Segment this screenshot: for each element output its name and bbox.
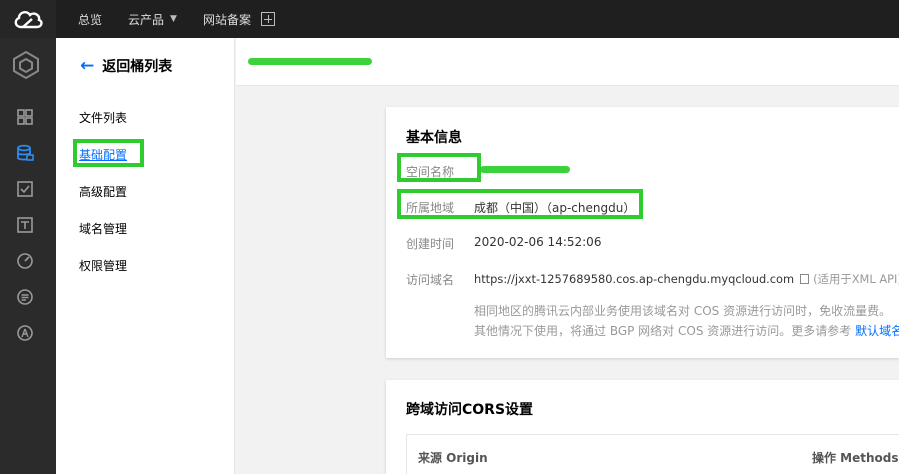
nav-products[interactable]: 云产品 ▼ — [128, 11, 177, 28]
xml-api-note: (适用于XML API) — [813, 272, 899, 286]
basic-info-card: 基本信息 空间名称 所属地域 成都（中国）（ap-chengdu） 创建时间 2… — [386, 107, 899, 358]
sidebar-item-file-list[interactable]: 文件列表 — [79, 109, 127, 126]
top-nav: 总览 云产品 ▼ 网站备案 — [78, 0, 275, 38]
access-domain-row: https://jxxt-1257689580.cos.ap-chengdu.m… — [474, 271, 899, 287]
back-to-bucket-list[interactable]: ← 返回桶列表 — [80, 56, 172, 76]
redacted-bucket-name-value — [480, 166, 570, 173]
cors-card: 跨域访问CORS设置 来源 Origin 操作 Methods — [386, 380, 899, 474]
highlight-box — [397, 189, 643, 219]
cors-table: 来源 Origin 操作 Methods — [406, 434, 899, 474]
arrow-left-icon: ← — [80, 56, 95, 76]
cloud-logo[interactable] — [0, 0, 56, 38]
nav-overview[interactable]: 总览 — [78, 11, 102, 28]
col-origin-header: 来源 Origin — [418, 451, 488, 465]
page-header — [236, 38, 899, 86]
nav-icp-filing-label: 网站备案 — [202, 12, 251, 27]
sidebar-item-domain-management[interactable]: 域名管理 — [79, 220, 127, 237]
col-methods-header: 操作 Methods — [812, 451, 899, 465]
access-domain-value: https://jxxt-1257689580.cos.ap-chengdu.m… — [474, 272, 795, 286]
product-rail — [0, 38, 56, 474]
cube-icon[interactable] — [12, 50, 40, 80]
redacted-bucket-name — [248, 58, 372, 65]
top-bar: 总览 云产品 ▼ 网站备案 — [0, 0, 899, 38]
security-icon[interactable] — [16, 324, 34, 342]
copy-icon[interactable] — [800, 274, 810, 284]
speed-icon[interactable] — [16, 252, 34, 270]
created-time-label: 创建时间 — [406, 237, 455, 251]
cloud-logo-icon — [14, 10, 43, 29]
domain-note-line2: 其他情况下使用，将通过 BGP 网络对 COS 资源进行访问。更多请参考 默认域… — [474, 322, 899, 339]
created-time-value: 2020-02-06 14:52:06 — [474, 235, 602, 249]
caret-down-icon: ▼ — [170, 14, 177, 24]
ocr-icon[interactable] — [16, 288, 34, 306]
highlight-box — [73, 139, 144, 167]
grid-icon[interactable] — [16, 108, 34, 126]
back-label: 返回桶列表 — [102, 59, 173, 75]
highlight-box — [397, 153, 481, 182]
sidebar-item-advanced-config[interactable]: 高级配置 — [79, 183, 127, 200]
default-domain-link[interactable]: 默认域名 — [855, 324, 899, 338]
nav-products-label: 云产品 — [128, 12, 165, 27]
sidebar-item-permission-management[interactable]: 权限管理 — [79, 257, 127, 274]
cors-title: 跨域访问CORS设置 — [406, 402, 534, 418]
basic-info-title: 基本信息 — [406, 130, 462, 146]
nav-icp-filing[interactable]: 网站备案 — [203, 11, 251, 28]
access-domain-label: 访问域名 — [406, 273, 455, 287]
domain-note-line1: 相同地区的腾讯云内部业务使用该域名对 COS 资源进行访问时，免收流量费。 — [474, 304, 892, 318]
storage-icon[interactable] — [16, 144, 34, 162]
domain-note-line2-text: 其他情况下使用，将通过 BGP 网络对 COS 资源进行访问。更多请参考 — [474, 324, 852, 338]
bucket-sidebar: ← 返回桶列表 文件列表 基础配置 高级配置 域名管理 权限管理 — [56, 38, 235, 474]
checklist-icon[interactable] — [16, 180, 34, 198]
add-icon[interactable] — [260, 12, 275, 26]
image-icon[interactable] — [16, 216, 34, 234]
nav-overview-label: 总览 — [78, 12, 103, 27]
